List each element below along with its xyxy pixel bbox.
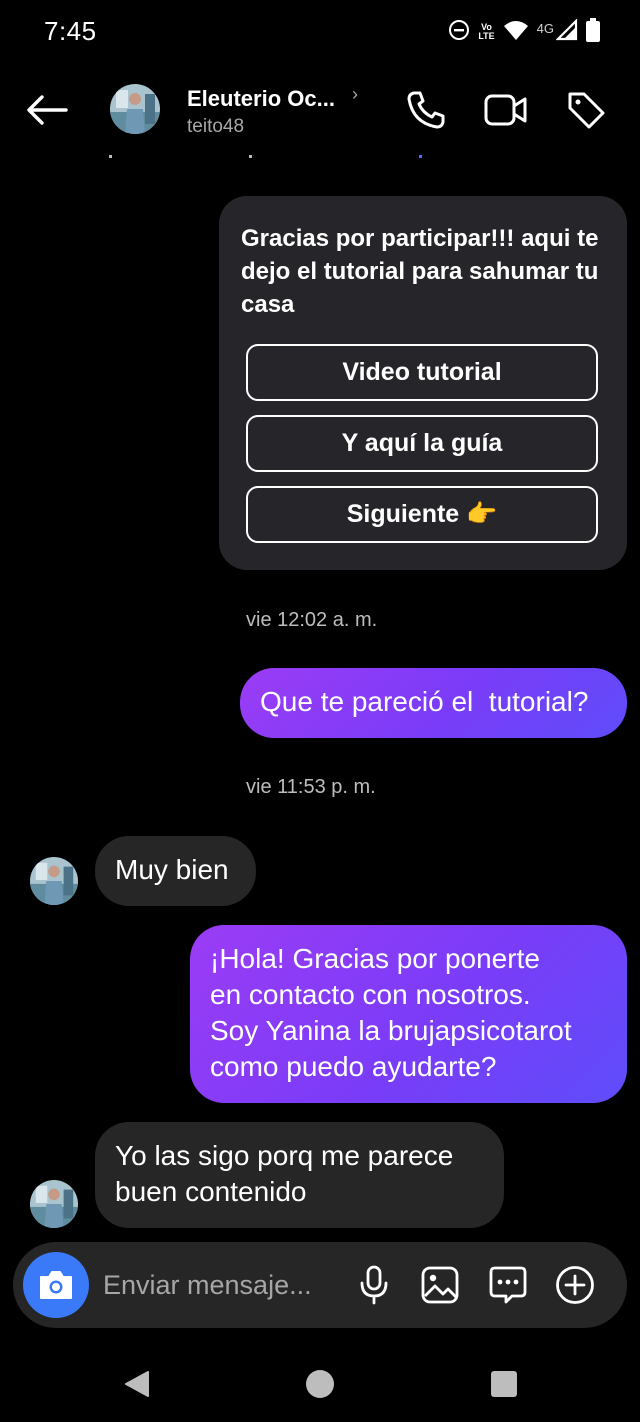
- system-navigation-bar: [0, 1340, 640, 1422]
- template-message-card: Gracias por participar!!! aqui te dejo e…: [219, 196, 627, 570]
- nav-home-button[interactable]: [300, 1364, 340, 1404]
- microphone-icon: [360, 1265, 388, 1305]
- phone-icon: [407, 91, 445, 129]
- back-arrow-icon: [27, 95, 68, 125]
- message-timestamp: vie 12:02 a. m.: [246, 609, 378, 631]
- volte-bottom: LTE: [478, 31, 495, 41]
- divider-dot: [419, 155, 422, 158]
- outgoing-message[interactable]: ¡Hola! Gracias por ponerte en contacto c…: [190, 925, 627, 1103]
- message-composer: [13, 1242, 627, 1328]
- contact-avatar[interactable]: [110, 84, 160, 134]
- chevron-right-icon[interactable]: ›: [352, 84, 358, 105]
- nav-recents-button[interactable]: [484, 1364, 524, 1404]
- card-text: Gracias por participar!!! aqui te dejo e…: [241, 225, 599, 318]
- nav-back-icon: [125, 1371, 149, 1397]
- contact-name[interactable]: Eleuterio Oc...: [187, 86, 335, 112]
- message-line: ¡Hola! Gracias por ponerte: [210, 943, 540, 974]
- message-line: buen contenido: [115, 1176, 307, 1207]
- outgoing-message[interactable]: Que te pareció el tutorial?: [240, 668, 627, 738]
- status-bar: 7:45 Vo LTE 4G: [0, 0, 640, 64]
- sticker-button[interactable]: [487, 1264, 529, 1306]
- message-line: Yo las sigo porq me parece: [115, 1140, 454, 1171]
- divider-dot: [109, 155, 112, 158]
- nav-recents-icon: [491, 1371, 517, 1397]
- message-text: Que te pareció el tutorial?: [260, 686, 589, 717]
- guide-button[interactable]: Y aquí la guía: [246, 415, 598, 472]
- wifi-icon: [503, 19, 529, 46]
- divider-dot: [249, 155, 252, 158]
- volte-icon: Vo LTE: [478, 23, 494, 41]
- dnd-icon: [448, 19, 470, 46]
- message-line: Soy Yanina la brujapsicotarot: [210, 1015, 572, 1046]
- conversation-header: Eleuterio Oc... › teito48: [0, 72, 640, 152]
- call-button[interactable]: [404, 88, 448, 132]
- back-button[interactable]: [24, 90, 70, 130]
- nav-back-button[interactable]: [116, 1364, 156, 1404]
- incoming-message[interactable]: Yo las sigo porq me parece buen contenid…: [95, 1122, 504, 1228]
- contact-username[interactable]: teito48: [187, 116, 244, 138]
- chat-sticker-icon: [489, 1266, 527, 1304]
- video-camera-icon: [484, 94, 527, 126]
- voice-message-button[interactable]: [353, 1264, 395, 1306]
- camera-icon: [40, 1271, 72, 1299]
- message-line: en contacto con nosotros.: [210, 979, 531, 1010]
- gallery-button[interactable]: [419, 1264, 461, 1306]
- status-time: 7:45: [44, 16, 97, 46]
- battery-icon: [586, 17, 600, 47]
- camera-button[interactable]: [23, 1252, 89, 1318]
- message-text: Muy bien: [115, 854, 229, 885]
- dm-screen: 7:45 Vo LTE 4G Eleuterio Oc... › teito48…: [0, 0, 640, 1422]
- sender-avatar[interactable]: [30, 1180, 78, 1228]
- sender-avatar[interactable]: [30, 857, 78, 905]
- label-button[interactable]: [564, 88, 608, 132]
- message-input[interactable]: [103, 1264, 351, 1306]
- tag-icon: [568, 92, 605, 129]
- next-button[interactable]: Siguiente 👉: [246, 486, 598, 543]
- signal-icon: [555, 17, 578, 46]
- add-icon: [556, 1266, 594, 1304]
- incoming-message[interactable]: Muy bien: [95, 836, 256, 906]
- message-timestamp: vie 11:53 p. m.: [246, 776, 376, 798]
- gallery-icon: [421, 1266, 459, 1304]
- video-tutorial-button[interactable]: Video tutorial: [246, 344, 598, 401]
- message-line: como puedo ayudarte?: [210, 1051, 497, 1082]
- status-icons: Vo LTE 4G: [448, 17, 600, 47]
- video-call-button[interactable]: [484, 88, 528, 132]
- nav-home-icon: [306, 1370, 334, 1398]
- network-type: 4G: [536, 20, 554, 36]
- more-button[interactable]: [554, 1264, 596, 1306]
